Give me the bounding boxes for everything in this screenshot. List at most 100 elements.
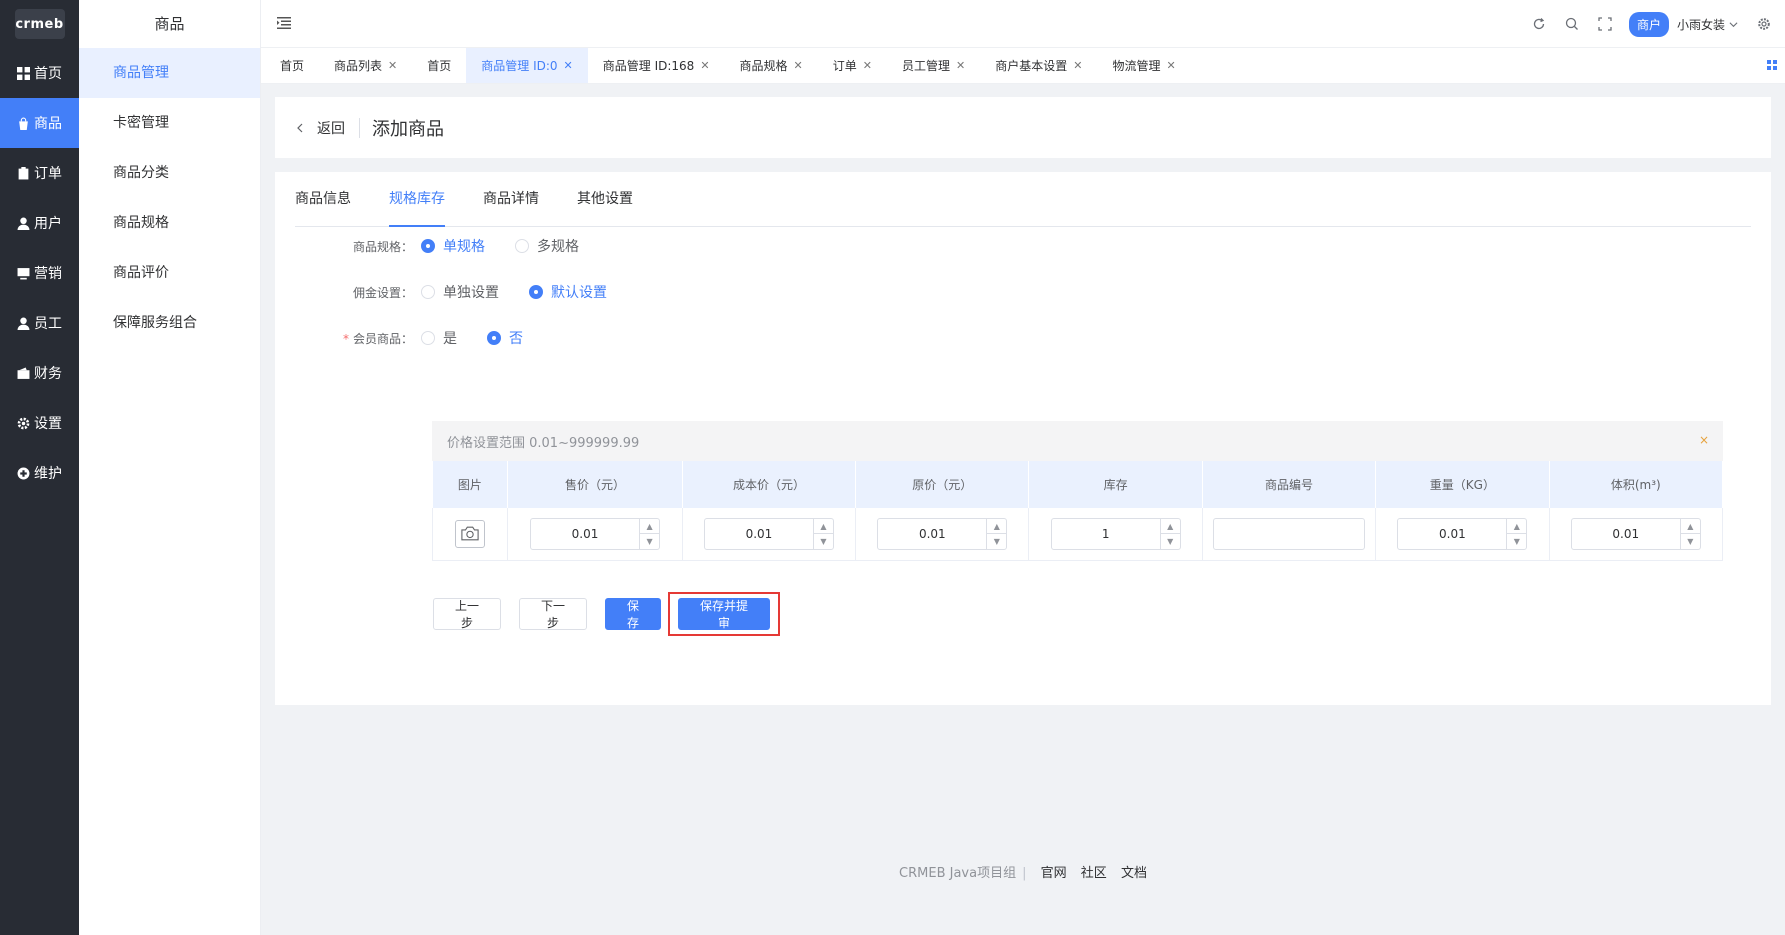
decrement-icon[interactable]: ▼ — [987, 534, 1006, 549]
image-cell — [431, 508, 509, 561]
close-icon[interactable]: × — [1699, 433, 1709, 447]
tab-staff-management[interactable]: 员工管理 ✕ — [887, 48, 980, 83]
tab-home-2[interactable]: 首页 — [412, 48, 466, 83]
cost-input[interactable]: 0.01 ▲ ▼ — [703, 517, 834, 550]
search-icon[interactable] — [1565, 17, 1580, 32]
submenu-item-product-review[interactable]: 商品评价 — [79, 248, 260, 298]
increment-icon[interactable]: ▲ — [1507, 519, 1527, 535]
volume-input[interactable]: 0.01 ▲ ▼ — [1570, 517, 1701, 550]
radio-single-spec[interactable]: 单规格 — [421, 236, 485, 256]
rail-item-staff[interactable]: 员工 — [0, 298, 79, 348]
increment-icon[interactable]: ▲ — [640, 519, 660, 535]
submenu-item-product-spec[interactable]: 商品规格 — [79, 198, 260, 248]
save-button[interactable]: 保存 — [605, 598, 661, 630]
footer-link-docs[interactable]: 文档 — [1121, 866, 1147, 881]
image-upload-button[interactable] — [455, 519, 486, 548]
logo[interactable]: crmeb — [0, 0, 79, 48]
radio-label: 默认设置 — [551, 285, 607, 301]
tab-logistics[interactable]: 物流管理 ✕ — [1097, 48, 1190, 83]
table-header: 重量（KG） — [1375, 461, 1550, 508]
radio-label: 单规格 — [443, 239, 485, 255]
table-header: 售价（元） — [507, 461, 683, 508]
tab-product-info[interactable]: 商品信息 — [295, 172, 351, 226]
tab-product-detail[interactable]: 商品详情 — [483, 172, 539, 226]
footer-link-website[interactable]: 官网 — [1041, 866, 1067, 881]
tab-product-spec[interactable]: 商品规格 ✕ — [725, 48, 818, 83]
increment-icon[interactable]: ▲ — [987, 519, 1007, 535]
tab-product-management-0[interactable]: 商品管理 ID:0 ✕ — [466, 48, 588, 83]
increment-icon[interactable]: ▲ — [813, 519, 833, 535]
footer-link-community[interactable]: 社区 — [1081, 866, 1107, 881]
tab-product-management-168[interactable]: 商品管理 ID:168 ✕ — [588, 48, 725, 83]
decrement-icon[interactable]: ▼ — [1161, 534, 1180, 549]
close-icon[interactable]: ✕ — [388, 59, 397, 72]
tab-orders[interactable]: 订单 ✕ — [818, 48, 887, 83]
stock-input[interactable]: 1 ▲ ▼ — [1050, 517, 1181, 550]
radio-default-commission[interactable]: 默认设置 — [529, 282, 607, 302]
increment-icon[interactable]: ▲ — [1160, 519, 1180, 535]
submenu-item-service-bundle[interactable]: 保障服务组合 — [79, 298, 260, 348]
user-dropdown[interactable]: 小雨女装 — [1677, 16, 1738, 33]
tab-home[interactable]: 首页 — [265, 48, 319, 83]
member-product-label-wrap: * 会员商品： — [275, 330, 421, 347]
radio-multi-spec[interactable]: 多规格 — [515, 236, 579, 256]
prev-step-button[interactable]: 上一步 — [433, 598, 501, 630]
close-icon[interactable]: ✕ — [564, 59, 573, 72]
refresh-icon[interactable] — [1532, 17, 1547, 32]
rail-item-maintenance[interactable]: 维护 — [0, 448, 79, 498]
radio-member-no[interactable]: 否 — [487, 328, 523, 348]
close-icon[interactable]: ✕ — [1073, 59, 1082, 72]
radio-label: 多规格 — [537, 239, 579, 255]
submenu-item-card-management[interactable]: 卡密管理 — [79, 98, 260, 148]
rail-item-finance[interactable]: 财务 — [0, 348, 79, 398]
radio-member-yes[interactable]: 是 — [421, 328, 457, 348]
tab-product-list[interactable]: 商品列表 ✕ — [319, 48, 412, 83]
rail-item-orders[interactable]: 订单 — [0, 148, 79, 198]
fullscreen-icon[interactable] — [1598, 17, 1613, 32]
next-step-button[interactable]: 下一步 — [519, 598, 587, 630]
weight-input[interactable]: 0.01 ▲ ▼ — [1397, 517, 1528, 550]
close-icon[interactable]: ✕ — [794, 59, 803, 72]
spec-table: 图片 售价（元） 成本价（元） 原价（元） 库存 商品编号 重量（KG） 体积(… — [431, 461, 1724, 561]
tab-merchant-settings[interactable]: 商户基本设置 ✕ — [980, 48, 1097, 83]
spec-type-row: 商品规格： 单规格 多规格 — [275, 236, 609, 256]
tab-spec-stock[interactable]: 规格库存 — [389, 172, 445, 227]
decrement-icon[interactable]: ▼ — [814, 534, 833, 549]
submenu-item-product-management[interactable]: 商品管理 — [79, 48, 260, 98]
rail-item-label: 维护 — [34, 466, 62, 482]
stepper: ▲ ▼ — [986, 518, 1007, 549]
back-button[interactable]: 返回 — [295, 117, 360, 138]
submenu-item-product-category[interactable]: 商品分类 — [79, 148, 260, 198]
rail-item-settings[interactable]: 设置 — [0, 398, 79, 448]
increment-icon[interactable]: ▲ — [1680, 519, 1700, 535]
rail-item-home[interactable]: 首页 — [0, 48, 79, 98]
tab-other-settings[interactable]: 其他设置 — [577, 172, 633, 226]
stepper: ▲ ▼ — [1506, 518, 1527, 549]
save-and-submit-button[interactable]: 保存并提审 — [678, 598, 770, 630]
input-value: 0.01 — [1612, 526, 1640, 541]
radio-custom-commission[interactable]: 单独设置 — [421, 282, 499, 302]
decrement-icon[interactable]: ▼ — [1507, 534, 1526, 549]
settings-icon[interactable] — [1756, 17, 1771, 32]
tab-grid-icon[interactable] — [1767, 60, 1777, 70]
close-icon[interactable]: ✕ — [956, 59, 965, 72]
rail-item-products[interactable]: 商品 — [0, 98, 79, 148]
close-icon[interactable]: ✕ — [863, 59, 872, 72]
sku-input[interactable] — [1213, 517, 1366, 550]
original-price-input[interactable]: 0.01 ▲ ▼ — [877, 517, 1008, 550]
decrement-icon[interactable]: ▼ — [1681, 534, 1700, 549]
close-icon[interactable]: ✕ — [700, 59, 709, 72]
rail-item-users[interactable]: 用户 — [0, 198, 79, 248]
grid-icon — [17, 66, 30, 80]
input-value: 0.01 — [745, 526, 773, 541]
rail-item-marketing[interactable]: 营销 — [0, 248, 79, 298]
page-title: 添加商品 — [372, 118, 444, 140]
tab-label: 首页 — [280, 59, 305, 73]
main-sidebar: crmeb 首页 商品 订单 用户 营销 员工 财务 设置 维护 — [0, 0, 79, 935]
decrement-icon[interactable]: ▼ — [640, 534, 659, 549]
close-icon[interactable]: ✕ — [1166, 59, 1175, 72]
volume-cell: 0.01 ▲ ▼ — [1549, 508, 1724, 561]
radio-dot — [421, 239, 435, 253]
menu-toggle-icon[interactable] — [277, 16, 291, 30]
price-input[interactable]: 0.01 ▲ ▼ — [530, 517, 661, 550]
